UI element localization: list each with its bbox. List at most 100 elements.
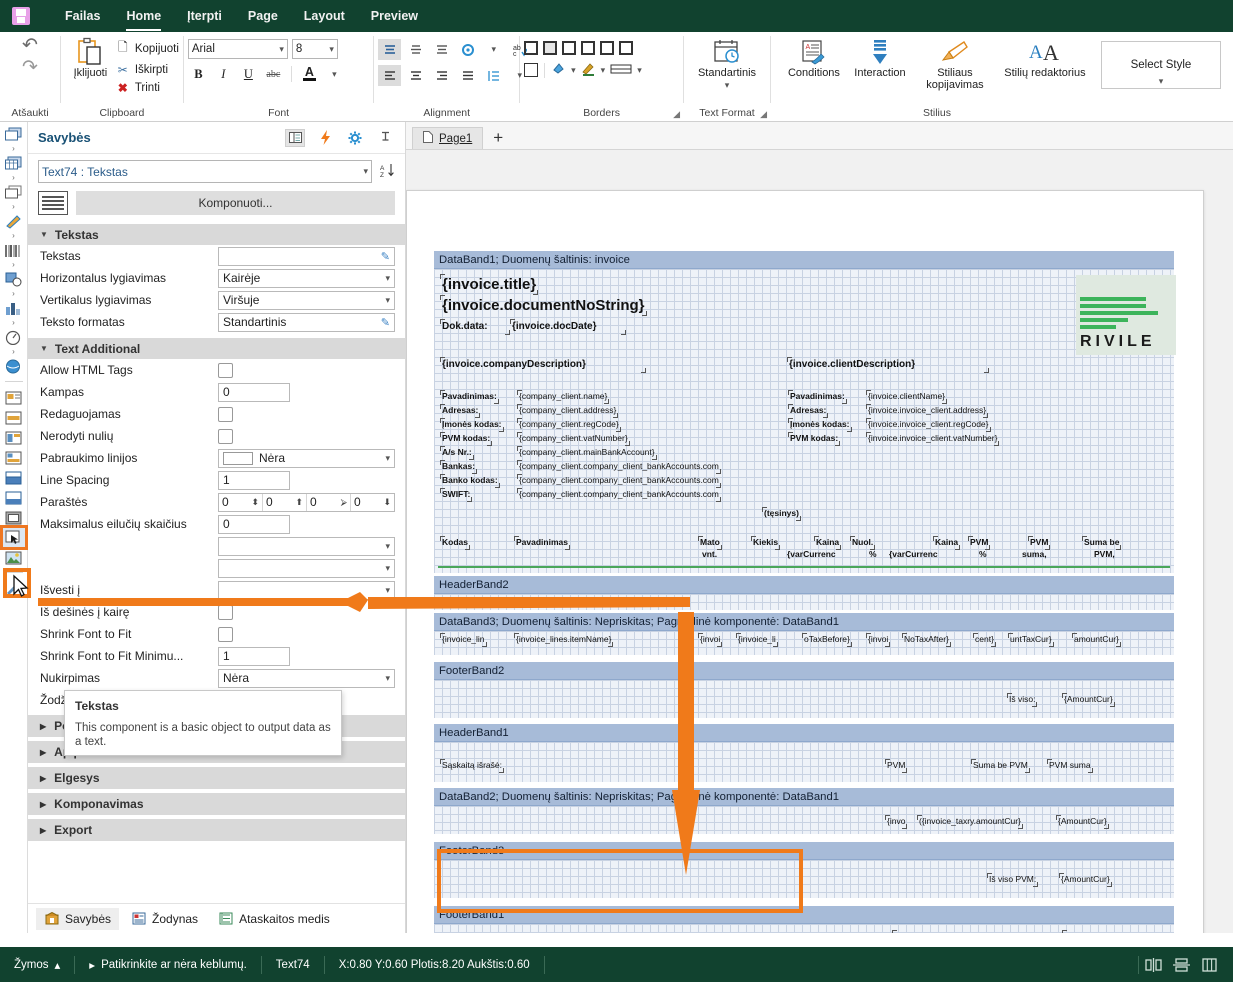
band-header-headerband1[interactable]: HeaderBand1 [434,724,1174,742]
report-element[interactable]: {company_client.vatNumber} [519,434,628,444]
border-all-icon[interactable] [524,41,538,55]
nerodyti-nuliu-checkbox[interactable] [218,429,233,444]
conditions-button[interactable]: A Conditions [781,35,847,79]
menu-item-preview[interactable]: Preview [358,3,431,29]
tools-icon[interactable] [3,579,25,598]
rivile-logo[interactable]: RIVILE [1076,275,1176,355]
border-bottom-icon[interactable] [619,41,633,55]
chevron-right-icon[interactable]: › [3,347,25,356]
band-body-databand1[interactable]: {invoice.title} {invoice.documentNoStrin… [434,269,1174,573]
report-element[interactable]: {company_client.name} [519,392,607,402]
paste-button[interactable]: Įklijuoti [65,35,116,79]
rich-text-icon[interactable] [3,183,25,202]
pin-icon[interactable] [375,129,395,147]
chevron-down-icon[interactable]: ▾ [601,65,606,76]
report-element[interactable]: {AmountCur} [1058,817,1107,827]
report-element[interactable]: {invoice.clientName} [868,392,945,402]
column-header[interactable]: Mato [700,538,720,548]
border-style-icon[interactable] [610,62,632,79]
report-element[interactable]: {invoice.clientDescription} [789,359,987,371]
report-element[interactable]: {company_client.address} [519,406,616,416]
report-element[interactable]: SWIFT: [442,490,470,500]
report-element[interactable]: {AmountCur} [1064,932,1113,933]
chevron-down-icon[interactable]: ▾ [482,39,505,60]
pencil-icon[interactable]: ✎ [381,316,390,329]
hidden-select-1[interactable]: ▾ [218,537,395,556]
report-element[interactable]: {invoi [700,635,720,645]
menu-item-failas[interactable]: Failas [52,3,113,29]
report-element[interactable]: {company_client.company_client_bankAccou… [519,476,719,486]
report-element[interactable]: {company_client.company_client_bankAccou… [519,462,719,472]
band-header-databand3[interactable]: DataBand3; Duomenų šaltinis: Nepriskitas… [434,613,1174,631]
report-page[interactable]: DataBand1; Duomenų šaltinis: invoice {in… [406,190,1204,933]
borders-dialog-launcher[interactable]: ◢ [673,109,680,120]
component-select[interactable]: Text74 : Tekstas ▾ [38,160,372,183]
spinner-icon[interactable]: ⬍ [251,497,259,508]
strikethrough-button[interactable]: abc [263,64,284,84]
clone-panel-icon[interactable] [3,428,25,447]
report-element[interactable]: (tęsinys) [764,509,799,519]
chevron-right-icon[interactable]: › [3,231,25,240]
menu-item-page[interactable]: Page [235,3,291,29]
events-lightning-icon[interactable] [315,129,335,147]
border-none-icon[interactable] [524,63,538,77]
align-left-icon[interactable] [378,65,401,86]
fill-color-icon[interactable] [551,61,566,79]
tab-zodynas[interactable]: Žodynas [123,908,206,930]
band-body-headerband2[interactable] [434,594,1174,610]
save-disk-icon[interactable] [12,7,30,25]
report-element[interactable]: Pavadinimas: [442,392,497,402]
settings-gear-icon[interactable] [345,129,365,147]
align-right-icon[interactable] [430,65,453,86]
select-style-button[interactable]: Select Style ▾ [1101,41,1221,89]
image-tool-icon[interactable] [3,548,25,567]
grid-view-icon[interactable] [1195,955,1223,975]
chart-icon[interactable] [3,299,25,318]
text-rotation-icon[interactable] [456,39,479,60]
menu-item-home[interactable]: Home [113,3,174,29]
report-element[interactable]: {invoice.invoice_client.regCode} [868,420,989,430]
band-header-databand2[interactable]: DataBand2; Duomenų šaltinis: Nepriskitas… [434,788,1174,806]
spinner-icon[interactable]: ⬆ [295,497,303,508]
chevron-right-icon[interactable]: › [3,202,25,211]
canvas[interactable]: DataBand1; Duomenų šaltinis: invoice {in… [406,150,1233,933]
layout-button[interactable]: Komponuoti... [76,191,395,215]
allow-html-checkbox[interactable] [218,363,233,378]
report-element[interactable]: PVM kodas: [790,434,838,444]
report-element[interactable]: {company_client.company_client_bankAccou… [519,490,719,500]
isvesti-i-select[interactable]: ▾ [218,581,395,600]
chevron-down-icon[interactable]: ▾ [1159,76,1164,87]
report-element[interactable]: Sąskaitą išrašė: [442,761,502,771]
panel-icon[interactable] [3,408,25,427]
band-header-databand1[interactable]: DataBand1; Duomenų šaltinis: invoice [434,251,1174,269]
border-color-icon[interactable] [581,61,596,79]
align-justify-icon[interactable] [456,65,479,86]
property-group-export[interactable]: ▶ Export [28,819,405,841]
band-body-footerband3[interactable]: Iš viso PVM: {AmountCur} [434,860,1174,898]
text-box-tool-icon[interactable] [3,528,25,547]
shrink-font-checkbox[interactable] [218,627,233,642]
data-band-icon[interactable] [3,468,25,487]
max-lines-input[interactable]: 0 [218,515,290,534]
report-element[interactable]: {invoice.invoice_client.vatNumber} [868,434,997,444]
column-header[interactable]: Kaina [816,538,839,548]
report-element[interactable]: {invoice_lines.itemName} [516,635,611,645]
chevron-down-icon[interactable]: ▾ [725,79,730,91]
report-element[interactable]: oTaxBefore} [804,635,850,645]
cut-button[interactable]: ✂ Iškirpti [116,63,179,77]
column-header[interactable]: PVM [1030,538,1048,548]
pabraukimo-linijos-select[interactable]: Nėra ▾ [218,449,395,468]
report-element[interactable]: {invoice.docDate} [512,321,624,333]
report-element[interactable]: Pavadinimas: [790,392,845,402]
redaguojamas-checkbox[interactable] [218,407,233,422]
border-box-icon[interactable] [543,41,557,55]
align-horizontal-icon[interactable] [1139,955,1167,975]
pencil-icon[interactable]: ✎ [381,250,390,263]
rtl-checkbox[interactable] [218,605,233,620]
sub-report-icon[interactable] [3,388,25,407]
categorized-view-icon[interactable] [285,129,305,147]
column-header[interactable]: Kodas [442,538,468,548]
band-body-databand3[interactable]: {invoice_lin {invoice_lines.itemName} {i… [434,631,1174,655]
line-spacing-icon[interactable] [482,65,505,86]
property-group-komponavimas[interactable]: ▶ Komponavimas [28,793,405,815]
